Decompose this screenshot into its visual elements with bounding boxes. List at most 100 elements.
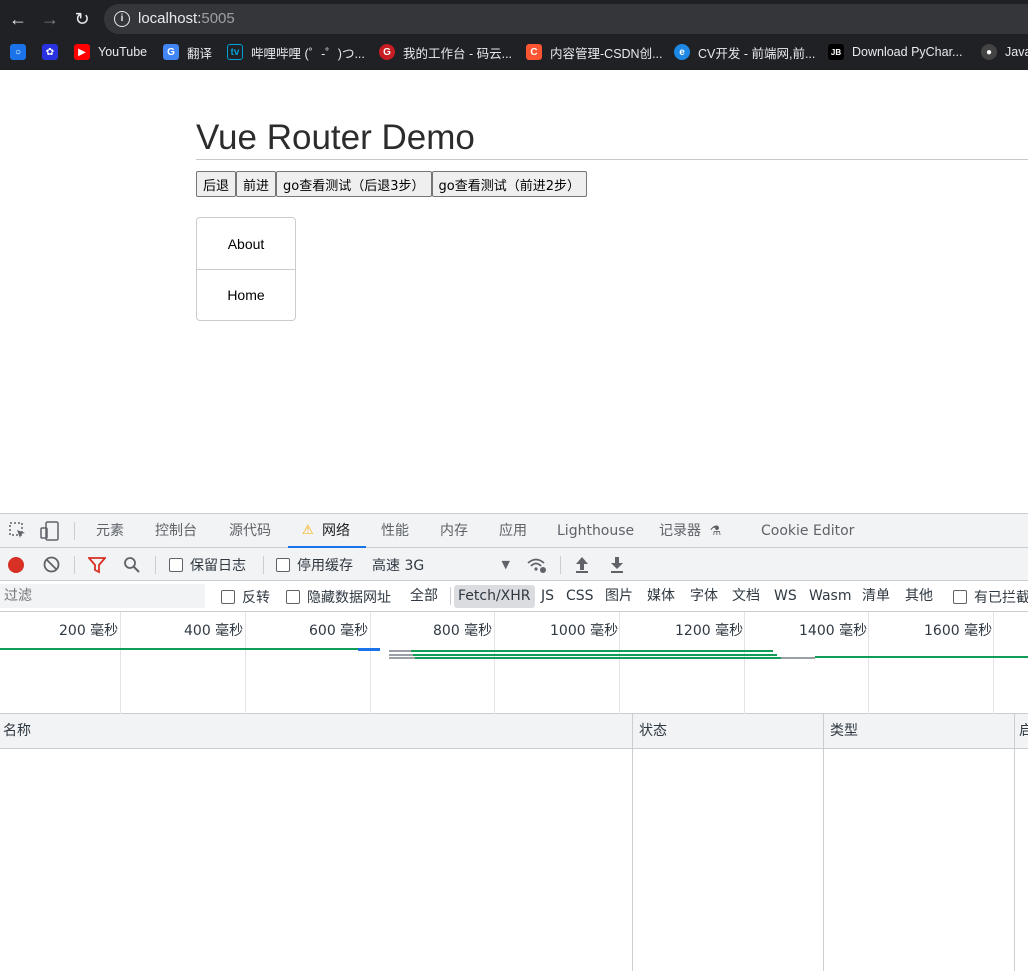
type-filter-img[interactable]: 图片 <box>601 585 637 608</box>
filter-input[interactable] <box>0 584 205 608</box>
back-button[interactable]: 后退 <box>196 171 237 197</box>
timeline-request-bar <box>781 657 815 659</box>
type-filter-all[interactable]: 全部 <box>406 585 442 608</box>
bookmark-translate[interactable]: G 翻译 <box>163 42 212 62</box>
invert-label: 反转 <box>242 589 270 606</box>
url-text: localhost:5005 <box>138 10 235 27</box>
home-link[interactable]: Home <box>197 269 295 320</box>
site-info-icon[interactable]: i <box>114 11 130 27</box>
bookmark-gitee[interactable]: G 我的工作台 - 码云... <box>379 42 512 62</box>
address-bar[interactable]: i localhost:5005 <box>104 4 1028 34</box>
invert-checkbox[interactable]: 反转 <box>221 581 270 612</box>
tab-memory[interactable]: 内存 <box>440 514 468 548</box>
hide-data-urls-label: 隐藏数据网址 <box>307 589 391 606</box>
timeline-tick-label: 200 毫秒 <box>59 623 119 639</box>
page-title: Vue Router Demo <box>196 118 475 157</box>
type-filter-css[interactable]: CSS <box>562 585 598 608</box>
type-filter-font[interactable]: 字体 <box>686 585 722 608</box>
filter-icon[interactable] <box>88 556 106 574</box>
tab-lighthouse[interactable]: Lighthouse <box>557 514 634 548</box>
bookmark-bilibili[interactable]: tv 哔哩哔哩 (゜-゜)つ... <box>227 42 365 62</box>
forward-icon[interactable]: → <box>37 6 63 32</box>
clear-icon[interactable] <box>43 556 60 573</box>
timeline-tick-label: 800 毫秒 <box>433 623 493 639</box>
toolbar-separator <box>560 556 561 574</box>
tab-cookie-editor[interactable]: Cookie Editor <box>761 514 854 548</box>
tab-network[interactable]: ⚠ 网络 <box>288 514 366 548</box>
bookmark-label: 我的工作台 - 码云... <box>403 46 513 61</box>
network-toolbar: 保留日志 停用缓存 高速 3G ▼ <box>0 548 1028 581</box>
bookmark-label: YouTube <box>98 45 148 59</box>
network-conditions-icon[interactable] <box>526 556 548 574</box>
go-back-3-button[interactable]: go查看测试（后退3步） <box>276 171 432 197</box>
browser-navbar: ← → ↻ i localhost:5005 <box>0 0 1028 37</box>
network-overview-timeline[interactable]: 200 毫秒 400 毫秒 600 毫秒 800 毫秒 1000 毫秒 1200… <box>0 612 1028 714</box>
tab-recorder[interactable]: 记录器 ⚗ <box>659 514 721 548</box>
type-filter-doc[interactable]: 文档 <box>728 585 764 608</box>
throttling-select[interactable]: 高速 3G ▼ <box>372 548 512 581</box>
type-filter-manifest[interactable]: 清单 <box>858 585 894 608</box>
inspect-element-icon[interactable] <box>8 521 28 541</box>
timeline-request-bar <box>815 656 1028 658</box>
record-icon[interactable] <box>8 548 24 581</box>
column-divider[interactable] <box>1014 714 1015 971</box>
tab-sources[interactable]: 源代码 <box>229 514 271 548</box>
bookmark-youtube[interactable]: ▶ YouTube <box>74 42 147 62</box>
java-icon: ● <box>981 44 997 60</box>
bookmark-csdn[interactable]: C 内容管理-CSDN创... <box>526 42 663 62</box>
type-filter-media[interactable]: 媒体 <box>643 585 679 608</box>
back-icon[interactable]: ← <box>5 6 31 32</box>
column-header-status[interactable]: 状态 <box>636 714 667 749</box>
url-port: 5005 <box>201 10 235 27</box>
apps-icon: ○ <box>10 44 26 60</box>
timeline-gridline <box>245 612 246 714</box>
devtools-panel: 元素 控制台 源代码 ⚠ 网络 性能 内存 应用 Lighthouse 记录器 … <box>0 513 1028 971</box>
edge-icon: e <box>674 44 690 60</box>
bookmark-label: Download PyChar... <box>852 45 963 59</box>
bookmark-label: 翻译 <box>187 46 213 61</box>
column-header-name[interactable]: 名称 <box>0 714 31 749</box>
search-icon[interactable] <box>123 556 141 574</box>
timeline-request-bar <box>0 648 358 650</box>
hide-data-urls-checkbox[interactable]: 隐藏数据网址 <box>286 581 391 612</box>
type-filter-wasm[interactable]: Wasm <box>805 585 855 608</box>
checkbox-box <box>169 557 183 572</box>
warning-icon: ⚠ <box>302 523 314 538</box>
go-forward-2-button[interactable]: go查看测试（前进2步） <box>431 171 587 197</box>
gitee-icon: G <box>379 44 395 60</box>
column-header-type[interactable]: 类型 <box>827 714 858 749</box>
device-toolbar-icon[interactable] <box>40 521 60 541</box>
column-header-initiator[interactable]: 启 <box>1016 714 1028 749</box>
page-viewport: Vue Router Demo 后退 前进 go查看测试（后退3步） go查看测… <box>0 70 1028 513</box>
network-filter-bar: 反转 隐藏数据网址 全部 Fetch/XHR JS CSS 图片 媒体 字体 文… <box>0 581 1028 612</box>
bookmark-baidu[interactable]: ✿ <box>42 42 66 62</box>
type-filter-other[interactable]: 其他 <box>901 585 937 608</box>
import-har-icon[interactable] <box>575 556 589 573</box>
type-filter-fetch-xhr[interactable]: Fetch/XHR <box>454 585 535 608</box>
history-button-row: 后退 前进 go查看测试（后退3步） go查看测试（前进2步） <box>196 171 587 197</box>
column-divider[interactable] <box>823 714 824 971</box>
bookmark-cv[interactable]: e CV开发 - 前端网,前... <box>674 42 815 62</box>
type-filter-js[interactable]: JS <box>537 585 558 608</box>
timeline-gridline <box>868 612 869 714</box>
baidu-icon: ✿ <box>42 44 58 60</box>
export-har-icon[interactable] <box>610 556 624 573</box>
tab-elements[interactable]: 元素 <box>96 514 124 548</box>
bookmark-apps[interactable]: ○ <box>10 42 34 62</box>
bookmark-java[interactable]: ● Java <box>981 42 1028 62</box>
youtube-icon: ▶ <box>74 44 90 60</box>
disable-cache-checkbox[interactable]: 停用缓存 <box>276 548 353 581</box>
jetbrains-icon: JB <box>828 44 844 60</box>
about-link[interactable]: About <box>197 218 295 269</box>
column-divider[interactable] <box>632 714 633 971</box>
reload-icon[interactable]: ↻ <box>69 6 95 32</box>
preserve-log-checkbox[interactable]: 保留日志 <box>169 548 246 581</box>
timeline-request-bar <box>389 650 411 652</box>
blocked-requests-checkbox[interactable]: 有已拦截 <box>953 581 1028 612</box>
forward-button[interactable]: 前进 <box>236 171 277 197</box>
tab-performance[interactable]: 性能 <box>381 514 409 548</box>
tab-application[interactable]: 应用 <box>499 514 527 548</box>
bookmark-pycharm[interactable]: JB Download PyChar... <box>828 42 962 62</box>
tab-console[interactable]: 控制台 <box>155 514 197 548</box>
type-filter-ws[interactable]: WS <box>770 585 801 608</box>
